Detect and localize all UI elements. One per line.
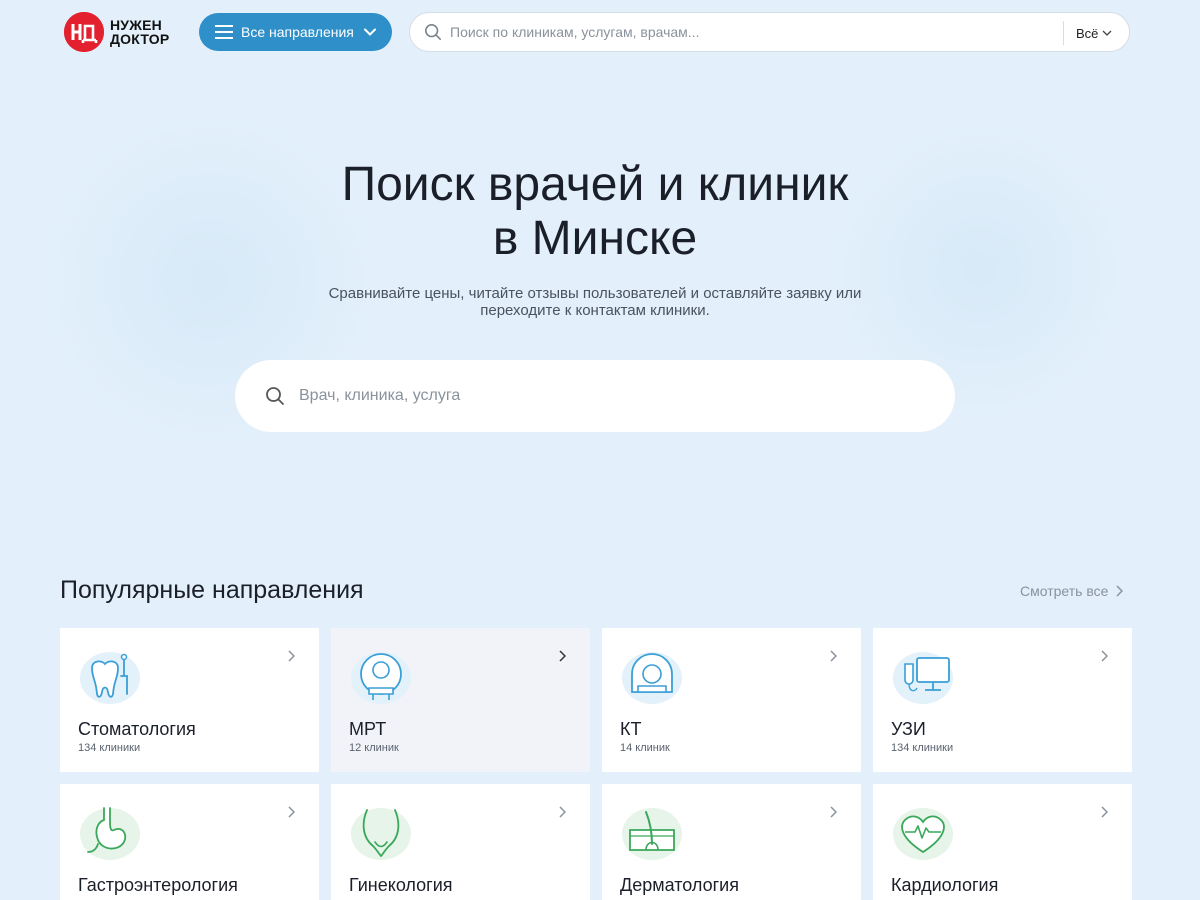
direction-card-gastroenterology[interactable]: Гастроэнтерология [60, 784, 319, 900]
header-search: Всё [409, 12, 1130, 52]
logo-text: НУЖЕН ДОКТОР [110, 18, 169, 46]
hero-subtitle-line2: переходите к контактам клиники. [480, 302, 710, 319]
popular-directions-title: Популярные направления [60, 576, 364, 604]
tooth-icon [80, 652, 140, 704]
see-all-label: Смотреть все [1020, 583, 1109, 599]
chevron-right-icon [288, 650, 295, 662]
chevron-right-icon [1101, 806, 1108, 818]
direction-card-count: 12 клиник [349, 742, 399, 754]
all-directions-button[interactable]: Все направления [199, 13, 392, 51]
logo-text-line2: ДОКТОР [110, 31, 170, 47]
direction-card-cardiology[interactable]: Кардиология [873, 784, 1132, 900]
direction-card-count: 134 клиники [891, 742, 954, 754]
search-divider [1063, 21, 1064, 45]
uterus-icon [351, 808, 411, 860]
direction-card-dermatology[interactable]: Дерматология [602, 784, 861, 900]
hero-search [235, 360, 955, 432]
direction-card-name: УЗИ [891, 719, 926, 739]
header-search-input[interactable] [450, 24, 1050, 40]
direction-card-gynecology[interactable]: Гинекология [331, 784, 590, 900]
heart-icon [893, 808, 953, 860]
popular-directions-grid: Стоматология 134 клиники МРТ 12 клиник К… [60, 628, 1132, 900]
stomach-icon [80, 807, 140, 860]
direction-card-ultrasound[interactable]: УЗИ 134 клиники [873, 628, 1132, 772]
hero-search-input[interactable] [299, 387, 919, 405]
chevron-right-icon [830, 806, 837, 818]
search-icon [266, 387, 284, 405]
hero-title-line2: в Минске [492, 212, 698, 265]
mri-scanner-icon [351, 652, 411, 704]
ct-scanner-icon [622, 652, 682, 704]
direction-card-count: 134 клиники [78, 742, 141, 754]
direction-card-name: МРТ [349, 719, 387, 739]
chevron-right-icon [288, 806, 295, 818]
chevron-right-icon [1101, 650, 1108, 662]
search-scope-dropdown[interactable]: Всё [1076, 13, 1112, 53]
direction-card-dentistry[interactable]: Стоматология 134 клиники [60, 628, 319, 772]
direction-card-ct[interactable]: КТ 14 клиник [602, 628, 861, 772]
chevron-right-icon [830, 650, 837, 662]
chevron-down-icon [363, 28, 376, 36]
chevron-right-icon [1116, 585, 1124, 597]
hamburger-menu-icon [215, 25, 233, 39]
hero-subtitle: Сравнивайте цены, читайте отзывы пользов… [295, 285, 895, 319]
direction-card-name: Кардиология [891, 875, 999, 895]
ultrasound-icon [893, 652, 953, 704]
hero-title: Поиск врачей и клиник в Минске [0, 158, 1190, 266]
see-all-link[interactable]: Смотреть все [1020, 583, 1124, 599]
logo-mark-icon [64, 12, 104, 52]
direction-card-name: Дерматология [620, 875, 739, 895]
direction-card-name: Гинекология [349, 875, 453, 895]
chevron-down-icon [1102, 30, 1112, 36]
direction-card-name: Стоматология [78, 719, 196, 739]
site-header: НУЖЕН ДОКТОР Все направления Всё [60, 12, 1130, 52]
search-scope-label: Всё [1076, 25, 1099, 41]
chevron-right-icon [559, 806, 566, 818]
direction-card-mri[interactable]: МРТ 12 клиник [331, 628, 590, 772]
direction-card-name: Гастроэнтерология [78, 875, 238, 895]
direction-card-name: КТ [620, 719, 642, 739]
skin-icon [622, 808, 682, 860]
hero-subtitle-line1: Сравнивайте цены, читайте отзывы пользов… [328, 285, 862, 302]
chevron-right-icon [559, 650, 566, 662]
search-icon [424, 23, 442, 41]
site-logo[interactable]: НУЖЕН ДОКТОР [64, 12, 184, 52]
all-directions-label: Все направления [241, 24, 354, 40]
hero-title-line1: Поиск врачей и клиник [341, 158, 849, 211]
direction-card-count: 14 клиник [620, 742, 670, 754]
